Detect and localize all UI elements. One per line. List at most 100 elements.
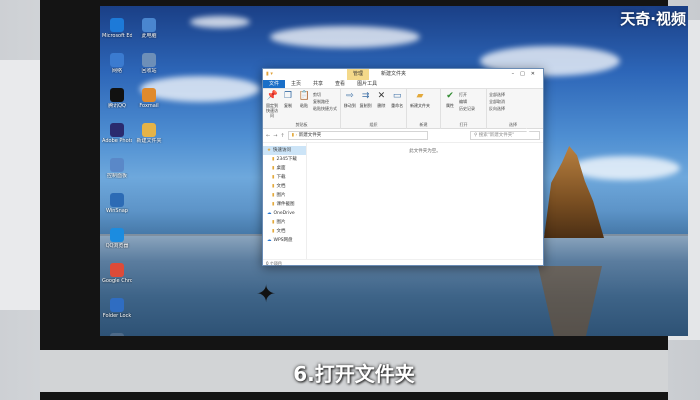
navigation-bar: ← → ↑ ▮ › 新建文件夹 ⚲ 搜索"新建文件夹" — [263, 129, 543, 143]
edit-button[interactable]: 编辑 — [459, 99, 475, 105]
ribbon-tab[interactable]: 查看 — [329, 80, 351, 88]
status-bar: 0 个项目 — [263, 259, 543, 266]
back-arrow-icon[interactable]: ← — [266, 133, 270, 139]
desktop-icon[interactable]: 2021-01-22 — [102, 333, 132, 336]
computer-icon — [142, 18, 156, 32]
nav-item[interactable]: ▮ 桌面 — [263, 164, 306, 173]
empty-folder-message: 此文件夹为空。 — [409, 149, 441, 154]
desktop-icon[interactable]: 此电脑 — [134, 18, 164, 48]
desktop-icon[interactable]: 控制面板 — [102, 158, 132, 188]
nav-item[interactable]: ▮ 课件截图 — [263, 200, 306, 209]
wallpaper-cloud — [190, 16, 250, 28]
move-to-icon: ⇨ — [346, 91, 354, 101]
folder-lock-icon — [110, 298, 124, 312]
nav-item[interactable]: ☁ WPS网盘 — [263, 236, 306, 245]
open-button[interactable]: 打开 — [459, 92, 475, 98]
copy-path-button[interactable]: 复制路径 — [313, 99, 337, 105]
nav-item[interactable]: ▮ 下载 — [263, 173, 306, 182]
ribbon-tab[interactable]: 文件 — [263, 80, 286, 88]
desktop-icon[interactable]: Google Chrome — [102, 263, 132, 293]
copy-to-label: 复制到 — [359, 103, 372, 108]
wallpaper-figure: ✦ — [255, 280, 277, 308]
nav-item-label: 文档 — [276, 229, 286, 234]
watermark-logo: 天奇·视频 — [620, 10, 686, 28]
nav-item[interactable]: ▮ 图片 — [263, 218, 306, 227]
chrome-icon — [110, 263, 124, 277]
history-button[interactable]: 历史记录 — [459, 106, 475, 112]
desktop-icon[interactable]: Foxmail — [134, 88, 164, 118]
nav-item[interactable]: ☁ OneDrive — [263, 209, 306, 218]
quick-access-folder-icon[interactable]: ▮ ▾ — [266, 69, 273, 80]
delete-icon: ✕ — [377, 91, 386, 101]
desktop-icon[interactable]: 腾讯QQ — [102, 88, 132, 118]
new-folder-label: 新建文件夹 — [410, 103, 430, 108]
star-icon: ★ — [267, 148, 272, 153]
pin-icon: 📌 — [266, 91, 278, 101]
search-placeholder: 搜索"新建文件夹" — [478, 133, 515, 138]
move-to-label: 移动到 — [343, 103, 356, 108]
desktop-icon[interactable]: Microsoft Edge — [102, 18, 132, 48]
desktop-icon[interactable]: Folder Lock — [102, 298, 132, 328]
window-controls[interactable]: –□✕ — [512, 69, 541, 80]
desktop-icon[interactable]: 回收站 — [134, 53, 164, 83]
open-group-label: 打开 — [459, 122, 468, 127]
winsnap-icon — [110, 193, 124, 207]
select-none-button[interactable]: 全部取消 — [489, 99, 505, 105]
ribbon-tab[interactable]: 共享 — [307, 80, 329, 88]
folder-icon — [142, 123, 156, 137]
control-panel-icon — [110, 158, 124, 172]
background-panel-left — [0, 60, 40, 310]
select-all-button[interactable]: 全部选择 — [489, 92, 505, 98]
properties-label: 属性 — [446, 103, 454, 108]
paste-shortcut-button[interactable]: 粘贴快捷方式 — [313, 106, 337, 112]
folder-icon: ▮ — [272, 184, 275, 189]
nav-item[interactable]: ▮ 文档 — [263, 182, 306, 191]
desktop-icon[interactable]: QQ浏览器 — [102, 228, 132, 258]
folder-icon: ▮ — [272, 229, 275, 234]
desktop-icon[interactable]: Adobe Photosho... — [102, 123, 132, 153]
nav-item-label: WPS网盘 — [273, 238, 293, 243]
ribbon-tab[interactable]: 主页 — [285, 80, 307, 88]
desktop-icon[interactable]: 网络 — [102, 53, 132, 83]
desktop-icon-label: Adobe Photosho... — [102, 138, 132, 144]
wallpaper-cloud — [270, 26, 420, 48]
invert-selection-button[interactable]: 反向选择 — [489, 106, 505, 112]
nav-item[interactable]: ▮ 文档 — [263, 227, 306, 236]
new-folder-icon: ▰ — [416, 91, 424, 101]
new-group-label: 新建 — [419, 122, 428, 127]
photoshop-icon — [110, 123, 124, 137]
folder-icon: ▮ — [272, 220, 275, 225]
cloud-icon: ☁ — [267, 211, 272, 216]
nav-item-label: 文档 — [276, 184, 286, 189]
nav-item-label: 图片 — [276, 220, 286, 225]
context-tab-manage[interactable]: 管理 — [347, 69, 369, 80]
nav-item[interactable]: ▮ 图片 — [263, 191, 306, 200]
file-list-area[interactable]: 此文件夹为空。 — [307, 143, 543, 259]
nav-item[interactable]: ▮ 2345下载 — [263, 155, 306, 164]
caption-bar: 6.打开文件夹 — [40, 350, 668, 392]
ribbon-tabs: 文件 主页 共享 查看 图片工具 — [263, 80, 543, 89]
copy-to-icon: ⇉ — [361, 91, 370, 101]
clipboard-group: 📌 固定到快速访问 ❐ 复制 📋 粘贴 剪切 复制路径 粘贴快捷方式 剪贴板 — [263, 89, 341, 129]
ribbon-tab[interactable]: 图片工具 — [351, 80, 383, 88]
desktop-icon[interactable]: 新建文件夹 — [134, 123, 164, 153]
desktop-icon[interactable]: WinSnap — [102, 193, 132, 223]
explorer-body: ★ 快速访问 ▮ 2345下载 ▮ 桌面 ▮ 下载 ▮ 文档 ▮ 图片 ▮ 课件截图 ☁ OneDrive ▮ 图… — [263, 143, 543, 259]
nav-item-label: 2345下载 — [276, 157, 297, 162]
network-icon — [110, 53, 124, 67]
forward-arrow-icon[interactable]: → — [273, 133, 277, 139]
delete-label: 删除 — [377, 103, 386, 108]
monitor-frame: ✦ Microsoft Edge 网络腾讯QQ Adobe Photosho... 控… — [40, 0, 688, 400]
desktop-icons-column-1: Microsoft Edge 网络腾讯QQ Adobe Photosho... 控制面… — [102, 18, 132, 336]
foxmail-icon — [142, 88, 156, 102]
address-bar[interactable]: ▮ › 新建文件夹 — [287, 131, 428, 140]
ribbon: 📌 固定到快速访问 ❐ 复制 📋 粘贴 剪切 复制路径 粘贴快捷方式 剪贴板 ⇨ 移动到… — [263, 89, 543, 129]
clipboard-group-label: 剪贴板 — [295, 122, 308, 127]
desktop-icons-column-2: 此电脑回收站 Foxmail 新建文件夹 — [134, 18, 164, 158]
cut-button[interactable]: 剪切 — [313, 92, 337, 98]
nav-item[interactable]: ★ 快速访问 — [263, 146, 306, 155]
up-arrow-icon[interactable]: ↑ — [280, 133, 284, 139]
new-group: ▰ 新建文件夹 新建 — [407, 89, 441, 129]
wallpaper-cloud — [570, 156, 680, 180]
desktop-icon-label: Microsoft Edge — [102, 33, 132, 39]
